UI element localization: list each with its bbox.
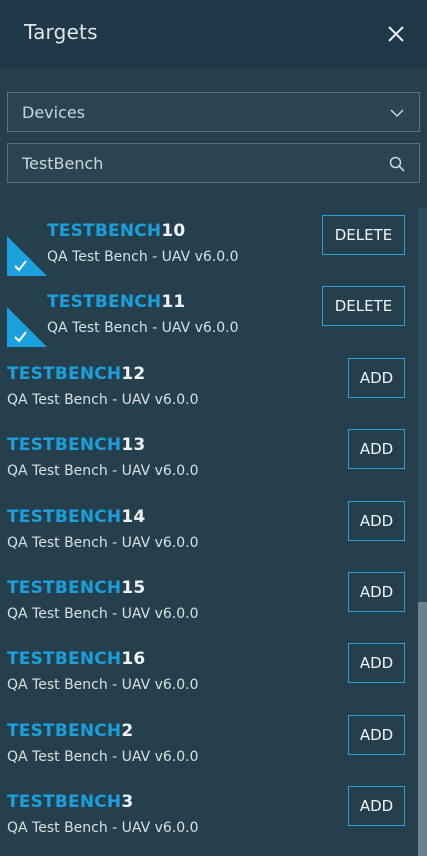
target-name: TESTBENCH10 [47, 221, 185, 241]
target-name: TESTBENCH16 [7, 649, 145, 669]
target-subtitle: QA Test Bench - UAV v6.0.0 [7, 677, 199, 693]
target-name-number: 15 [121, 578, 146, 598]
chevron-down-icon [390, 109, 404, 118]
target-subtitle: QA Test Bench - UAV v6.0.0 [7, 606, 199, 622]
target-row[interactable]: TESTBENCH12 QA Test Bench - UAV v6.0.0 ADD [0, 351, 416, 422]
search-input[interactable] [8, 144, 419, 182]
delete-button[interactable]: DELETE [322, 286, 405, 326]
target-subtitle: QA Test Bench - UAV v6.0.0 [47, 249, 239, 265]
close-icon[interactable] [386, 24, 406, 44]
target-name: TESTBENCH3 [7, 792, 133, 812]
target-subtitle: QA Test Bench - UAV v6.0.0 [7, 820, 199, 836]
scrollbar[interactable] [418, 208, 427, 856]
target-row[interactable]: TESTBENCH11 QA Test Bench - UAV v6.0.0 DEL… [0, 279, 416, 350]
target-type-select[interactable]: Devices [7, 92, 420, 132]
target-name-number: 13 [121, 435, 146, 455]
add-button[interactable]: ADD [348, 429, 405, 469]
target-name: TESTBENCH13 [7, 435, 145, 455]
target-name-prefix: TESTBENCH [47, 221, 162, 241]
target-subtitle: QA Test Bench - UAV v6.0.0 [47, 320, 239, 336]
target-row[interactable]: TESTBENCH3 QA Test Bench - UAV v6.0.0 ADD [0, 779, 416, 850]
target-row[interactable]: TESTBENCH15 QA Test Bench - UAV v6.0.0 ADD [0, 565, 416, 636]
target-name-prefix: TESTBENCH [7, 578, 122, 598]
target-name-number: 11 [161, 292, 186, 312]
add-button[interactable]: ADD [348, 643, 405, 683]
scrollbar-thumb[interactable] [418, 602, 427, 856]
target-subtitle: QA Test Bench - UAV v6.0.0 [7, 392, 199, 408]
target-type-value: Devices [22, 103, 86, 122]
target-name-prefix: TESTBENCH [7, 364, 122, 384]
target-row[interactable]: TESTBENCH16 QA Test Bench - UAV v6.0.0 ADD [0, 636, 416, 707]
target-subtitle: QA Test Bench - UAV v6.0.0 [7, 749, 199, 765]
search-icon[interactable] [389, 156, 405, 172]
add-button[interactable]: ADD [348, 572, 405, 612]
target-name-number: 2 [121, 721, 134, 741]
target-name-number: 14 [121, 507, 146, 527]
target-name-prefix: TESTBENCH [7, 649, 122, 669]
add-button[interactable]: ADD [348, 358, 405, 398]
target-name-prefix: TESTBENCH [7, 507, 122, 527]
panel-header: Targets [0, 0, 427, 68]
target-row[interactable]: TESTBENCH2 QA Test Bench - UAV v6.0.0 ADD [0, 708, 416, 779]
search-field [7, 143, 420, 183]
target-name-number: 12 [121, 364, 146, 384]
selected-check-icon [7, 307, 47, 347]
target-row[interactable]: TESTBENCH14 QA Test Bench - UAV v6.0.0 ADD [0, 494, 416, 565]
target-name: TESTBENCH14 [7, 507, 145, 527]
target-subtitle: QA Test Bench - UAV v6.0.0 [7, 535, 199, 551]
target-name-prefix: TESTBENCH [7, 435, 122, 455]
add-button[interactable]: ADD [348, 715, 405, 755]
target-name: TESTBENCH15 [7, 578, 145, 598]
selected-check-icon [7, 236, 47, 276]
target-name-number: 3 [121, 792, 134, 812]
add-button[interactable]: ADD [348, 786, 405, 826]
delete-button[interactable]: DELETE [322, 215, 405, 255]
target-name-number: 16 [121, 649, 146, 669]
target-name: TESTBENCH2 [7, 721, 133, 741]
target-name-number: 10 [161, 221, 186, 241]
target-subtitle: QA Test Bench - UAV v6.0.0 [7, 463, 199, 479]
target-name: TESTBENCH11 [47, 292, 185, 312]
target-name-prefix: TESTBENCH [7, 721, 122, 741]
target-name-prefix: TESTBENCH [7, 792, 122, 812]
target-row[interactable]: TESTBENCH10 QA Test Bench - UAV v6.0.0 DEL… [0, 208, 416, 279]
target-row[interactable]: TESTBENCH13 QA Test Bench - UAV v6.0.0 ADD [0, 422, 416, 493]
target-name-prefix: TESTBENCH [47, 292, 162, 312]
target-name: TESTBENCH12 [7, 364, 145, 384]
target-list: TESTBENCH10 QA Test Bench - UAV v6.0.0 DEL… [0, 208, 416, 856]
panel-title: Targets [24, 20, 98, 44]
add-button[interactable]: ADD [348, 501, 405, 541]
